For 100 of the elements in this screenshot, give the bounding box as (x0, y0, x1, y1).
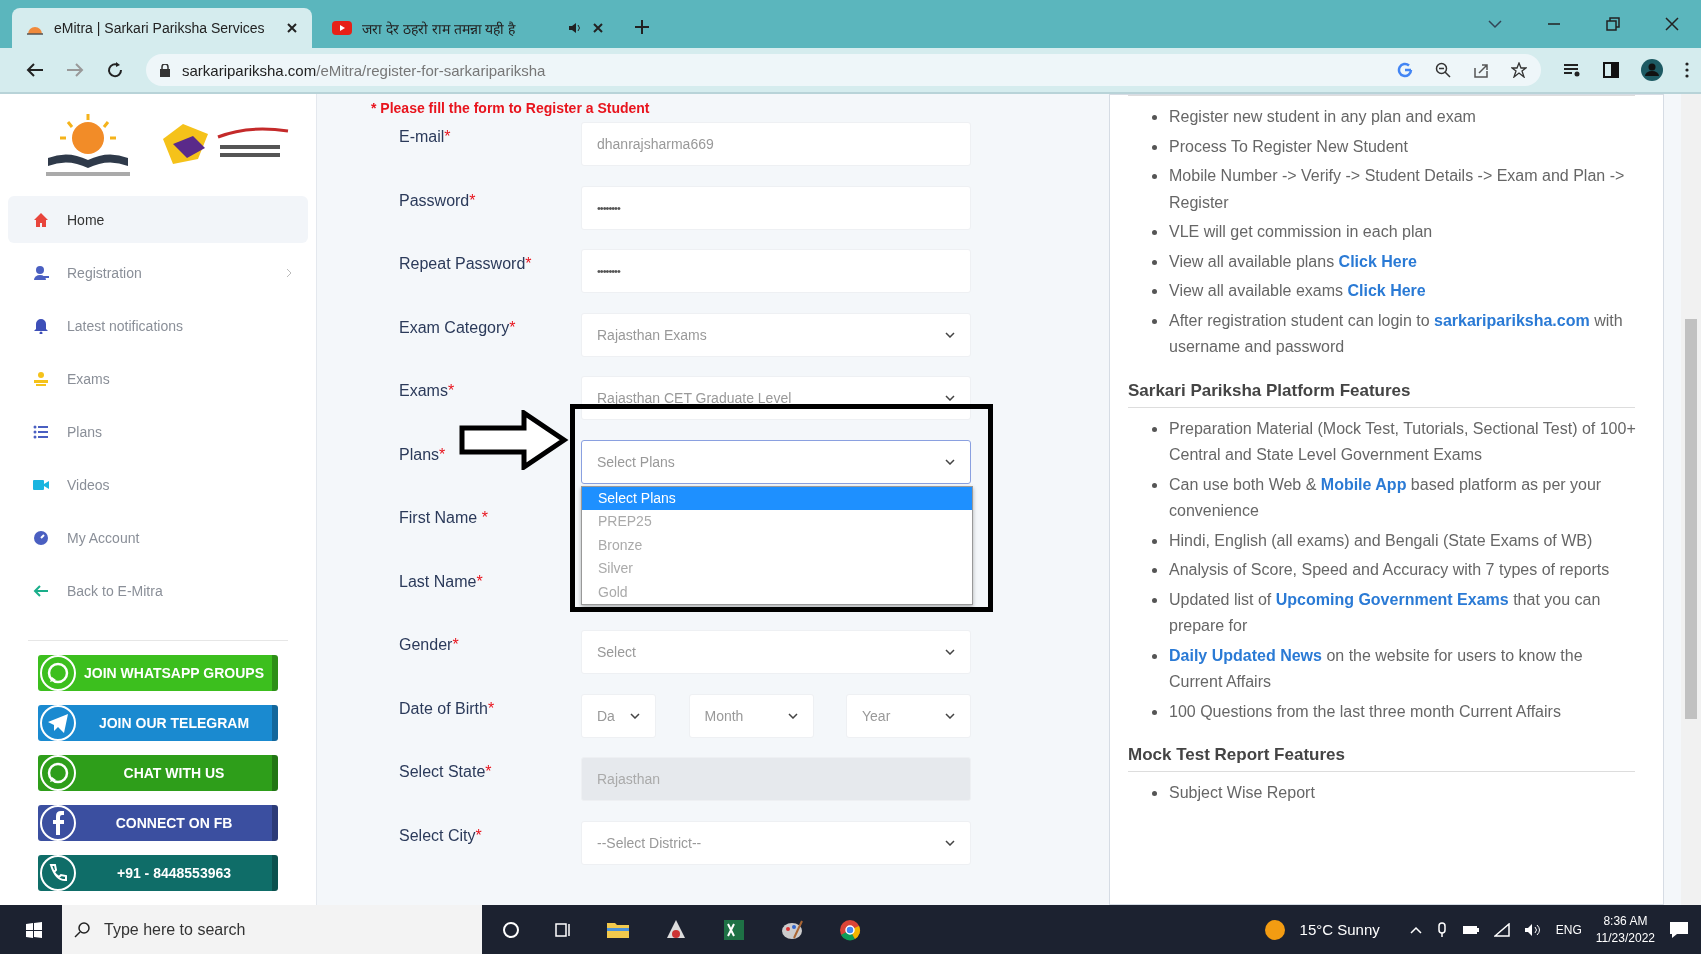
star-icon[interactable] (1511, 62, 1527, 78)
dropdown-option[interactable]: Select Plans (582, 486, 972, 510)
link[interactable]: sarkaripariksha.com (1434, 311, 1590, 329)
chevron-down-icon (945, 458, 955, 465)
select-field[interactable]: Select Plans (581, 439, 971, 484)
scroll-thumb[interactable] (1685, 319, 1697, 719)
chevron-down-icon (630, 712, 640, 719)
sidebar-item[interactable]: Registration (8, 249, 308, 296)
sidebar-item[interactable]: Videos (8, 461, 308, 508)
speaker-icon[interactable] (1523, 922, 1542, 937)
select-field[interactable]: --Select District-- (581, 820, 971, 865)
list-item: View all available exams Click Here (1169, 281, 1427, 301)
sidebar-item[interactable]: Home (8, 196, 308, 243)
link[interactable]: Daily Updated News (1169, 646, 1322, 664)
sidebar-item[interactable]: My Account (8, 514, 308, 561)
zoom-icon[interactable] (1435, 62, 1451, 78)
link[interactable]: Upcoming Government Exams (1275, 590, 1509, 608)
bullet-icon (1152, 230, 1157, 235)
address-field[interactable]: sarkaripariksha.com/eMitra/register-for-sarkaripariksha (146, 54, 1541, 86)
bullet-icon (1152, 318, 1157, 324)
select-field[interactable]: Select (581, 630, 971, 674)
bell-icon (33, 317, 49, 334)
reload-icon[interactable] (106, 61, 124, 79)
promo-link-button[interactable]: JOIN WHATSAPP GROUPS (38, 655, 278, 691)
list-icon (33, 423, 49, 440)
taskbar-search-field[interactable]: Type here to search (62, 905, 482, 954)
clock-time[interactable]: 8:36 AM (1603, 912, 1648, 930)
scrollbar[interactable] (1681, 94, 1701, 905)
dropdown-option[interactable]: Bronze (582, 533, 972, 557)
trophy-icon (33, 370, 49, 387)
section-heading: Mock Test Report Features (1128, 737, 1635, 772)
more-menu-icon[interactable] (1685, 62, 1689, 78)
house-icon (33, 211, 49, 228)
close-icon[interactable] (592, 22, 604, 34)
link[interactable]: Click Here (1347, 282, 1426, 299)
promo-link-button[interactable]: +91 - 8448553963 (38, 855, 278, 891)
input-field[interactable]: Rajasthan (581, 757, 971, 801)
sidebar-item[interactable]: Plans (8, 408, 308, 455)
battery-icon[interactable] (1461, 924, 1480, 935)
password-field[interactable]: •••••••• (581, 249, 971, 293)
google-g-icon[interactable] (1397, 62, 1413, 78)
promo-link-button[interactable]: CHAT WITH US (38, 755, 278, 791)
side-panel-icon[interactable] (1603, 62, 1619, 78)
list-item: After registration student can login to sarkaripariksha.com with username and password (1169, 310, 1624, 357)
bullet-icon (1152, 144, 1157, 150)
bullet-icon (1152, 791, 1157, 796)
password-field[interactable]: •••••••• (581, 185, 971, 230)
browser-tab[interactable]: eMitra | Sarkari Pariksha Services (12, 8, 312, 48)
list-item: Process To Register New Student (1169, 136, 1409, 157)
field-label: Select City* (399, 826, 482, 845)
outline-arrow-icon (459, 409, 569, 470)
bullet-icon (1152, 709, 1157, 715)
dropdown-option[interactable]: PREP25 (582, 510, 972, 534)
profile-avatar-icon[interactable] (1641, 59, 1663, 81)
close-icon[interactable] (286, 22, 298, 34)
notification-icon[interactable] (1669, 920, 1689, 939)
language-indicator[interactable]: ENG (1555, 922, 1582, 937)
input-field[interactable]: dhanrajsharma669 (581, 122, 971, 166)
select-field[interactable]: Month (688, 693, 814, 738)
chevron-up-icon[interactable] (1409, 925, 1422, 934)
circle-icon[interactable] (502, 920, 520, 939)
lock-icon (160, 63, 170, 77)
link[interactable]: Mobile App (1320, 475, 1407, 493)
back-arrow-icon[interactable] (26, 62, 44, 78)
list-item: Analysis of Score, Speed and Accuracy with 7 types of reports (1169, 560, 1611, 580)
list-item: 100 Questions from the last three month Current Affairs (1169, 701, 1562, 722)
field-label: Repeat Password* (399, 255, 532, 273)
chevron-down-icon (945, 839, 955, 846)
clock-date[interactable]: 11/23/2022 (1595, 929, 1655, 947)
chevron-down-icon[interactable] (1488, 19, 1502, 29)
dropdown-option[interactable]: Gold (582, 580, 972, 604)
phone-icon (40, 855, 76, 891)
chevron-down-icon (945, 331, 955, 338)
network-icon[interactable] (1493, 922, 1510, 937)
chevron-down-icon (945, 395, 955, 401)
media-list-icon[interactable] (1563, 63, 1581, 77)
windows-start-icon[interactable] (26, 921, 42, 938)
browser-tab[interactable]: जरा देर ठहरो राम तमन्ना यही है (318, 8, 618, 48)
spreadsheet-icon[interactable] (722, 917, 746, 942)
link[interactable]: Click Here (1338, 252, 1417, 270)
list-item: View all available plans Click Here (1169, 251, 1418, 272)
new-tab-icon[interactable] (634, 19, 650, 35)
list-item: Can use both Web & Mobile App based platform as per your convenience (1169, 474, 1603, 521)
sidebar-item[interactable]: Back to E-Mitra (8, 567, 308, 614)
sun-icon (1263, 918, 1286, 941)
browser-icon[interactable] (838, 917, 862, 942)
select-field[interactable]: Da (581, 693, 656, 738)
promo-link-button[interactable]: CONNECT ON FB (38, 805, 278, 841)
dropdown-option[interactable]: Silver (582, 557, 972, 581)
sidebar-item[interactable]: Latest notifications (8, 302, 308, 349)
sidebar-item[interactable]: Exams (8, 355, 308, 402)
promo-link-button[interactable]: JOIN OUR TELEGRAM (38, 705, 278, 741)
tab-title: जरा देर ठहरो राम तमन्ना यही है (362, 19, 517, 38)
task-view-icon[interactable] (554, 920, 572, 939)
select-field[interactable]: Year (846, 693, 971, 738)
restore-icon[interactable] (1606, 17, 1620, 31)
share-icon[interactable] (1473, 62, 1489, 78)
pen-icon[interactable] (1435, 921, 1448, 938)
close-icon[interactable] (1665, 17, 1679, 31)
select-field[interactable]: Rajasthan Exams (581, 312, 971, 357)
